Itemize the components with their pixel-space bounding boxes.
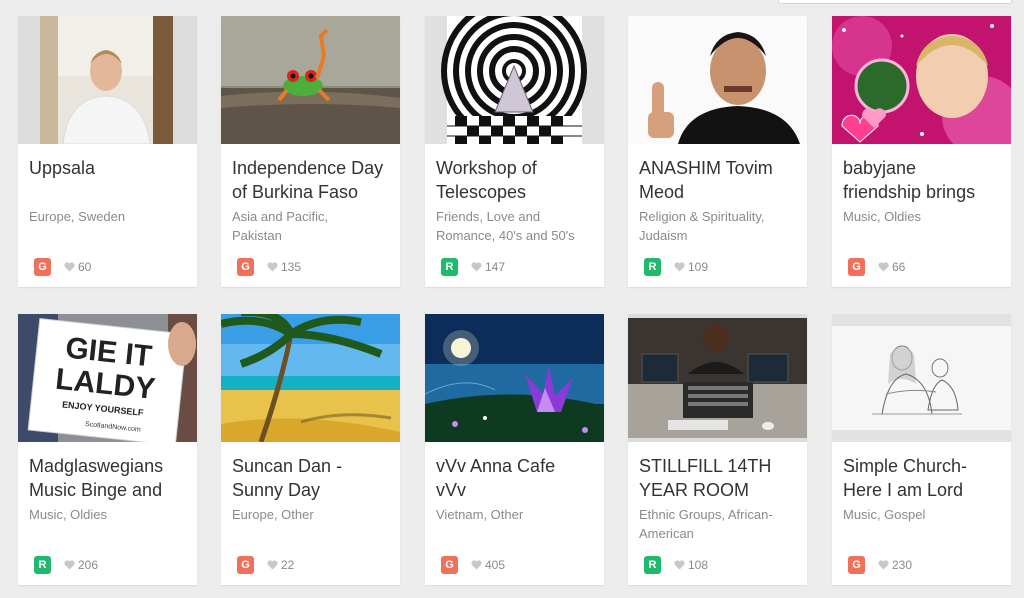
heart-icon[interactable] [878,262,889,272]
station-card[interactable]: GIE IT LALDY ENJOY YOURSELF ScotlandNow.… [18,314,197,585]
station-thumbnail[interactable] [425,16,604,144]
station-thumbnail[interactable] [628,16,807,144]
station-title[interactable]: babyjane friendship brings [843,156,1007,204]
station-card[interactable]: babyjane friendship brings Music, Oldies… [832,16,1011,287]
station-title[interactable]: ANASHIM Tovim Meod [639,156,803,204]
station-card[interactable]: STILLFILL 14TH YEAR ROOM Ethnic Groups, … [628,314,807,585]
station-title[interactable]: Madglaswegians Music Binge and [29,454,193,502]
station-footer: R 109 [644,258,708,276]
genre-badge: R [441,258,458,276]
heart-icon[interactable] [674,262,685,272]
station-title[interactable]: Suncan Dan - Sunny Day [232,454,396,502]
station-categories[interactable]: Music, Oldies [29,505,193,524]
station-card[interactable]: ANASHIM Tovim Meod Religion & Spirituali… [628,16,807,287]
heart-icon[interactable] [267,262,278,272]
studio-photo-thumbnail [628,314,807,442]
genre-badge: R [644,258,661,276]
station-categories[interactable]: Music, Gospel [843,505,1007,524]
station-card[interactable]: Workshop of Telescopes Friends, Love and… [425,16,604,287]
search-box-edge[interactable] [778,0,1012,4]
concentric-circles-thumbnail [425,16,604,144]
genre-badge: G [34,258,51,276]
station-title[interactable]: Uppsala [29,156,193,180]
sign-photo-thumbnail: GIE IT LALDY ENJOY YOURSELF ScotlandNow.… [18,314,197,442]
heart-icon[interactable] [471,262,482,272]
station-footer: G 66 [848,258,905,276]
like-count: 230 [892,558,913,572]
like-count: 109 [688,260,709,274]
genre-badge: G [237,556,254,574]
station-thumbnail[interactable] [221,16,400,144]
sketch-drawing-thumbnail [832,314,1011,442]
station-thumbnail[interactable] [425,314,604,442]
like-count: 405 [485,558,506,572]
station-footer: G 405 [441,556,505,574]
station-title[interactable]: Independence Day of Burkina Faso [232,156,396,204]
station-card[interactable]: Suncan Dan - Sunny Day Europe, Other G 2… [221,314,400,585]
station-categories[interactable]: Vietnam, Other [436,505,600,524]
station-footer: R 206 [34,556,98,574]
thumbs-up-photo-thumbnail [628,16,807,144]
station-thumbnail[interactable] [832,16,1011,144]
station-title[interactable]: Workshop of Telescopes [436,156,600,204]
station-card[interactable]: Simple Church- Here I am Lord Music, Gos… [832,314,1011,585]
genre-badge: G [848,556,865,574]
station-footer: G 60 [34,258,91,276]
man-photo-thumbnail [18,16,197,144]
heart-icon[interactable] [267,560,278,570]
like-count: 22 [281,558,295,572]
genre-badge: G [848,258,865,276]
pink-hearts-thumbnail [832,16,1011,144]
like-count: 206 [78,558,99,572]
like-count: 108 [688,558,709,572]
station-thumbnail[interactable] [628,314,807,442]
station-title[interactable]: STILLFILL 14TH YEAR ROOM [639,454,803,502]
station-categories[interactable]: Asia and Pacific, Pakistan [232,207,396,245]
station-categories[interactable]: Friends, Love and Romance, 40's and 50's [436,207,600,245]
frog-photo-thumbnail [221,16,400,144]
station-thumbnail[interactable] [832,314,1011,442]
heart-icon[interactable] [878,560,889,570]
station-card[interactable]: Independence Day of Burkina Faso Asia an… [221,16,400,287]
station-footer: R 147 [441,258,505,276]
heart-icon[interactable] [471,560,482,570]
station-card[interactable]: Uppsala Europe, Sweden G 60 [18,16,197,287]
heart-icon[interactable] [674,560,685,570]
station-thumbnail[interactable]: GIE IT LALDY ENJOY YOURSELF ScotlandNow.… [18,314,197,442]
station-categories[interactable]: Music, Oldies [843,207,1007,226]
station-footer: G 22 [237,556,294,574]
heart-icon[interactable] [64,560,75,570]
station-categories[interactable]: Religion & Spirituality, Judaism [639,207,803,245]
station-thumbnail[interactable] [18,16,197,144]
moonlight-flower-thumbnail [425,314,604,442]
station-title[interactable]: vVv Anna Cafe vVv [436,454,600,502]
genre-badge: R [34,556,51,574]
station-categories[interactable]: Europe, Sweden [29,207,193,226]
station-footer: G 135 [237,258,301,276]
genre-badge: G [441,556,458,574]
beach-photo-thumbnail [221,314,400,442]
like-count: 135 [281,260,302,274]
station-card[interactable]: vVv Anna Cafe vVv Vietnam, Other G 405 [425,314,604,585]
like-count: 60 [78,260,92,274]
like-count: 147 [485,260,506,274]
station-footer: R 108 [644,556,708,574]
heart-icon[interactable] [64,262,75,272]
genre-badge: G [237,258,254,276]
genre-badge: R [644,556,661,574]
station-categories[interactable]: Ethnic Groups, African- American [639,505,803,543]
like-count: 66 [892,260,906,274]
station-categories[interactable]: Europe, Other [232,505,396,524]
station-thumbnail[interactable] [221,314,400,442]
station-footer: G 230 [848,556,912,574]
station-title[interactable]: Simple Church- Here I am Lord [843,454,1007,502]
